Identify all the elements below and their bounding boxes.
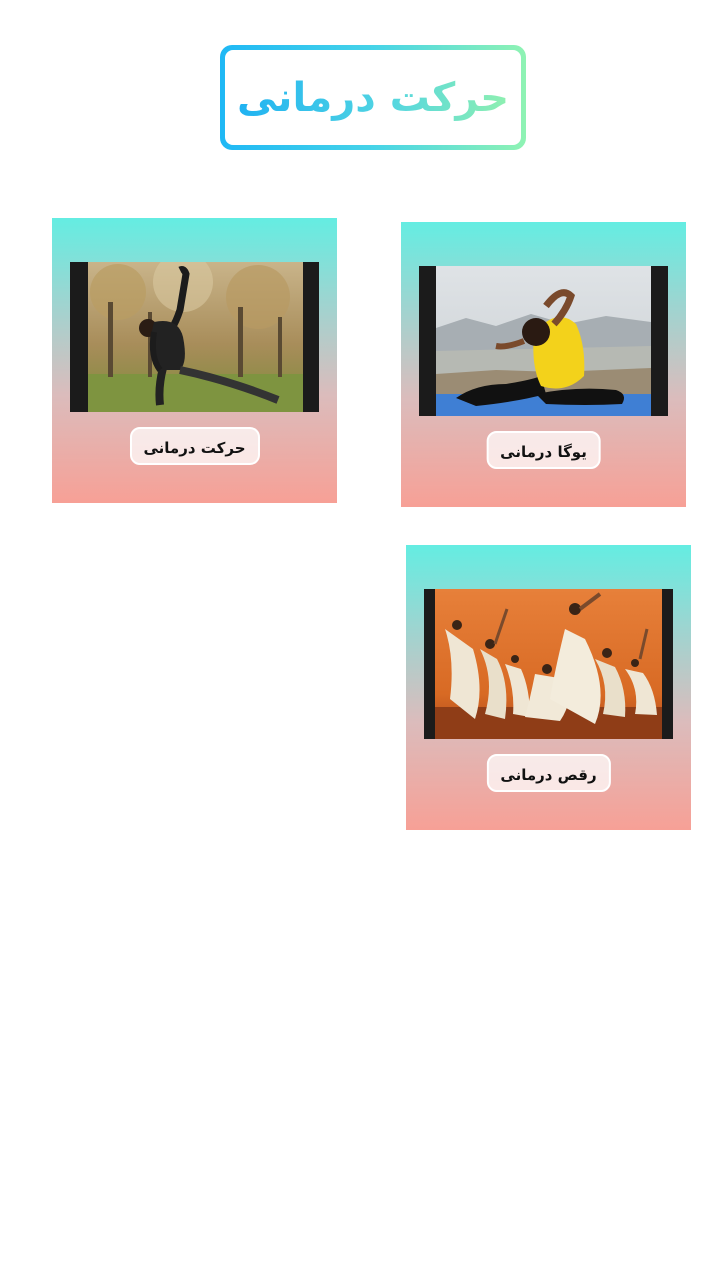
dance-troupe-photo (435, 589, 662, 739)
page-title: حرکت درمانی (236, 74, 510, 121)
card-image-frame (419, 266, 668, 416)
card-label: یوگا درمانی (486, 431, 601, 469)
page: حرکت درمانی یوگا درمانی حرکت درمانی رقص … (0, 0, 719, 1280)
page-title-box: حرکت درمانی (220, 45, 526, 150)
card-image-frame (424, 589, 673, 739)
card-label: حرکت درمانی (129, 427, 260, 465)
card-label: رقص درمانی (486, 754, 611, 792)
card-image-frame (70, 262, 319, 412)
outdoor-stretch-photo (88, 262, 303, 412)
yoga-pose-photo (436, 266, 651, 416)
card-dance-therapy[interactable]: رقص درمانی (406, 545, 691, 830)
card-movement-therapy[interactable]: حرکت درمانی (52, 218, 337, 503)
card-yoga-therapy[interactable]: یوگا درمانی (401, 222, 686, 507)
page-title-inner: حرکت درمانی (225, 50, 521, 145)
